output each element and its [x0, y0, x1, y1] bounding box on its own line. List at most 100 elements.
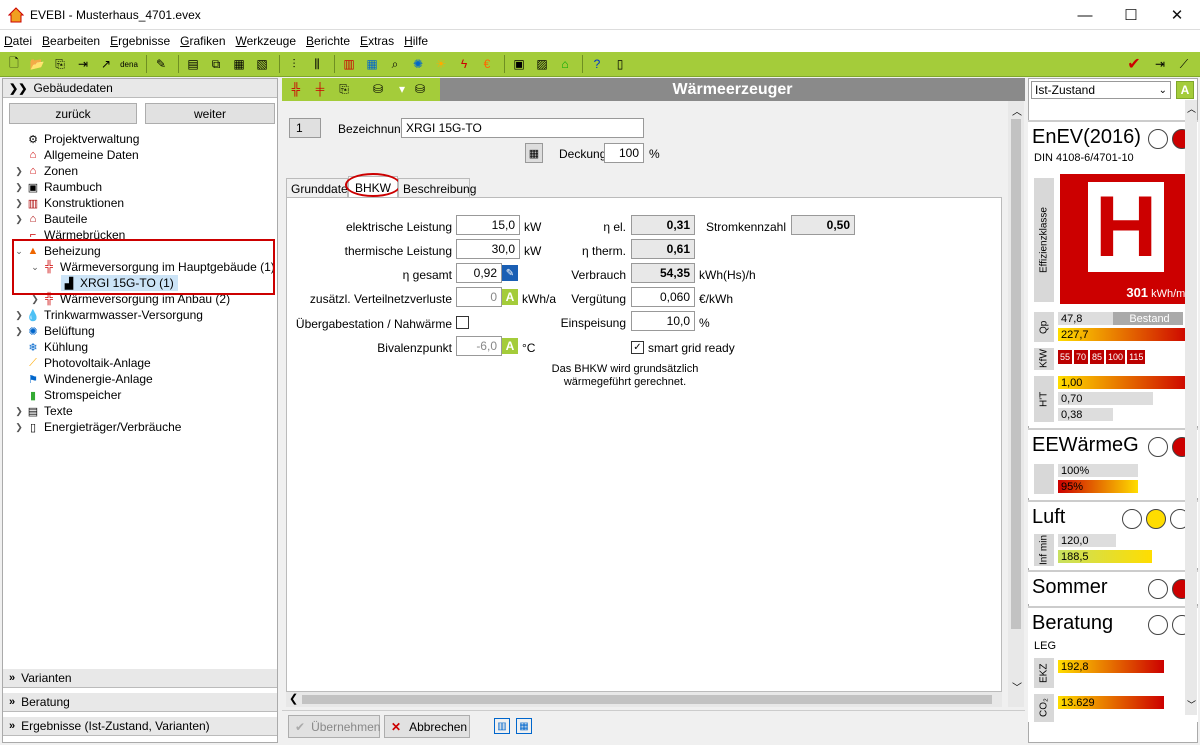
grid-icon[interactable]: ▦: [362, 55, 382, 73]
scroll-thumb[interactable]: [302, 695, 992, 704]
tree-item-bauteile[interactable]: ❯ ⌂ Bauteile: [13, 211, 87, 227]
bezeichnung-input[interactable]: XRGI 15G-TO: [401, 118, 644, 138]
expand-icon[interactable]: ❯: [13, 182, 25, 193]
apply-button[interactable]: ✔ Übernehmen: [288, 715, 380, 738]
tree-item-allgemeine-daten[interactable]: ⌂ Allgemeine Daten: [13, 147, 139, 163]
einspeisung-input[interactable]: 10,0: [631, 311, 695, 331]
cancel-button[interactable]: ✕ Abbrechen: [384, 715, 470, 738]
dropdown-arrow-icon[interactable]: ▾: [392, 80, 412, 98]
electric-icon[interactable]: ϟ: [454, 55, 474, 73]
euro-house-icon[interactable]: €: [477, 55, 497, 73]
scroll-left-icon[interactable]: ❮: [289, 692, 298, 705]
radiator-icon[interactable]: ⫼: [307, 55, 327, 73]
database-icon[interactable]: ⛁: [368, 80, 388, 98]
expand-icon[interactable]: ❯: [13, 406, 25, 417]
report-icon[interactable]: ▧: [252, 55, 272, 73]
expand-icon[interactable]: ❯: [13, 326, 25, 337]
export-icon[interactable]: ↗: [96, 55, 116, 73]
tree-item-konstruktionen[interactable]: ❯ ▥ Konstruktionen: [13, 195, 124, 211]
expand-icon[interactable]: ❯: [13, 214, 25, 225]
verteilnetz-input[interactable]: 0: [456, 287, 502, 307]
th-leistung-input[interactable]: 30,0: [456, 239, 520, 259]
maximize-button[interactable]: ☐: [1108, 0, 1154, 30]
el-leistung-input[interactable]: 15,0: [456, 215, 520, 235]
section-ergebnisse[interactable]: » Ergebnisse (Ist-Zustand, Varianten): [3, 717, 277, 736]
horizontal-scrollbar[interactable]: ❮: [286, 692, 1002, 707]
expand-icon[interactable]: ❯: [29, 294, 41, 305]
tab-beschreibung[interactable]: Beschreibung: [398, 178, 476, 198]
close-button[interactable]: ✕: [1154, 0, 1200, 30]
tree-item-waermebruecken[interactable]: ⌐ Wärmebrücken: [13, 227, 126, 243]
database-save-icon[interactable]: ⛁: [410, 80, 430, 98]
collapse-icon[interactable]: ⌄: [29, 262, 41, 273]
table-view-icon[interactable]: ▦: [516, 718, 532, 734]
expand-icon[interactable]: ❯: [13, 166, 25, 177]
minimize-button[interactable]: —: [1062, 0, 1108, 30]
search-icon[interactable]: ⌕: [385, 55, 405, 73]
tree-item-windenergie[interactable]: ⚑ Windenergie-Anlage: [13, 371, 153, 387]
bivalenz-input[interactable]: -6,0: [456, 336, 502, 356]
tree-item-waermeversorgung-anbau[interactable]: ❯ ╬ Wärmeversorgung im Anbau (2): [29, 291, 230, 307]
right-scrollbar[interactable]: ︿ ﹀: [1185, 100, 1197, 715]
variant-select[interactable]: Ist-Zustand ⌄: [1031, 81, 1171, 99]
scroll-down-icon[interactable]: ﹀: [1012, 679, 1022, 694]
tree-item-energietraeger[interactable]: ❯ ▯ Energieträger/Verbräuche: [13, 419, 181, 435]
sun-icon[interactable]: ☀: [431, 55, 451, 73]
copy-icon[interactable]: ⎘: [50, 55, 70, 73]
calculator-icon[interactable]: ▦: [525, 143, 543, 163]
expand-icon[interactable]: ❯: [13, 310, 25, 321]
pdf-icon[interactable]: ▦: [229, 55, 249, 73]
calculator-icon[interactable]: ▣: [509, 55, 529, 73]
wall-icon[interactable]: ▥: [339, 55, 359, 73]
menu-grafiken[interactable]: Grafiken: [180, 34, 225, 48]
image-report-icon[interactable]: ▨: [532, 55, 552, 73]
device-icon[interactable]: ▯: [610, 55, 630, 73]
scroll-down-icon[interactable]: ﹀: [1187, 698, 1196, 711]
fan-icon[interactable]: ✺: [408, 55, 428, 73]
section-varianten[interactable]: » Varianten: [3, 669, 277, 688]
forward-button[interactable]: weiter: [145, 103, 275, 124]
menu-bearbeiten[interactable]: Bearbeiten: [42, 34, 100, 48]
tree-item-belueftung[interactable]: ❯ ✺ Belüftung: [13, 323, 95, 339]
arrow-in-icon[interactable]: ⇥: [1150, 55, 1170, 73]
smartgrid-checkbox[interactable]: ✓: [631, 341, 644, 354]
new-file-icon[interactable]: 🗋: [4, 55, 24, 73]
heating-tree-icon[interactable]: ⫶: [284, 55, 304, 73]
auto-a-icon[interactable]: A: [502, 289, 518, 305]
section-beratung[interactable]: » Beratung: [3, 693, 277, 712]
pen-icon[interactable]: ✎: [151, 55, 171, 73]
tree-item-zonen[interactable]: ❯ ⌂ Zonen: [13, 163, 78, 179]
tree-item-trinkwarmwasser[interactable]: ❯ 💧 Trinkwarmwasser-Versorgung: [13, 307, 203, 323]
scroll-up-icon[interactable]: ︿: [1187, 102, 1196, 115]
tree-item-stromspeicher[interactable]: ▮ Stromspeicher: [13, 387, 121, 403]
tab-bhkw[interactable]: BHKW: [348, 176, 398, 198]
uebergabe-checkbox[interactable]: [456, 316, 469, 329]
auto-a-icon[interactable]: A: [502, 338, 518, 354]
menu-werkzeuge[interactable]: Werkzeuge: [236, 34, 296, 48]
expand-icon[interactable]: ❯: [13, 198, 25, 209]
open-folder-icon[interactable]: 📂: [27, 55, 47, 73]
menu-ergebnisse[interactable]: Ergebnisse: [110, 34, 170, 48]
tree-item-projektverwaltung[interactable]: ⚙ Projektverwaltung: [13, 131, 139, 147]
chart-line-icon[interactable]: ⟋: [1174, 55, 1194, 73]
copy-generator-icon[interactable]: ⎘: [334, 80, 354, 98]
deckung-input[interactable]: 100: [604, 143, 644, 163]
add-generator-icon[interactable]: ╬: [286, 80, 306, 98]
split-icon[interactable]: ⧉: [206, 55, 226, 73]
auto-a-icon[interactable]: A: [1176, 81, 1194, 99]
tree-item-raumbuch[interactable]: ❯ ▣ Raumbuch: [13, 179, 102, 195]
form-view-icon[interactable]: ▥: [494, 718, 510, 734]
menu-extras[interactable]: Extras: [360, 34, 394, 48]
tree-item-texte[interactable]: ❯ ▤ Texte: [13, 403, 72, 419]
eta-gesamt-input[interactable]: 0,92: [456, 263, 502, 283]
vertical-scrollbar[interactable]: ︿ ﹀: [1008, 101, 1024, 707]
house-outline-icon[interactable]: ⌂: [555, 55, 575, 73]
help-icon[interactable]: ?: [587, 55, 607, 73]
tab-grunddaten[interactable]: Grunddaten: [286, 178, 354, 198]
collapse-icon[interactable]: ⌄: [13, 246, 25, 257]
back-button[interactable]: zurück: [9, 103, 137, 124]
scroll-thumb[interactable]: [1011, 119, 1021, 629]
dena-icon[interactable]: dena: [119, 55, 139, 73]
remove-generator-icon[interactable]: ╪: [310, 80, 330, 98]
tree-item-waermeversorgung-haupt[interactable]: ⌄ ╬ Wärmeversorgung im Hauptgebäude (1): [29, 259, 275, 275]
